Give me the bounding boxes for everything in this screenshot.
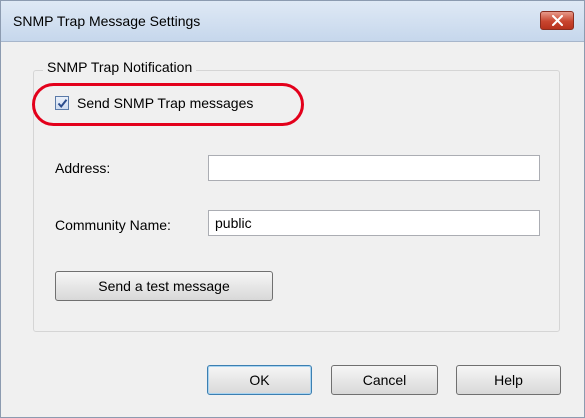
window-title: SNMP Trap Message Settings xyxy=(13,13,201,29)
community-name-input[interactable] xyxy=(208,210,540,236)
community-name-label: Community Name: xyxy=(55,217,171,233)
checkmark-icon xyxy=(57,99,68,109)
help-button[interactable]: Help xyxy=(456,365,561,395)
dialog-window: SNMP Trap Message Settings SNMP Trap Not… xyxy=(0,0,585,418)
group-legend: SNMP Trap Notification xyxy=(43,59,197,75)
ok-button[interactable]: OK xyxy=(207,365,312,395)
address-label: Address: xyxy=(55,160,111,176)
title-bar[interactable]: SNMP Trap Message Settings xyxy=(1,1,584,42)
send-trap-label[interactable]: Send SNMP Trap messages xyxy=(77,95,253,111)
send-trap-checkbox[interactable] xyxy=(55,96,69,110)
cancel-button[interactable]: Cancel xyxy=(331,365,438,395)
address-input[interactable] xyxy=(208,155,540,181)
close-button[interactable] xyxy=(540,11,574,30)
close-icon xyxy=(552,15,563,26)
send-test-message-button[interactable]: Send a test message xyxy=(55,271,273,301)
